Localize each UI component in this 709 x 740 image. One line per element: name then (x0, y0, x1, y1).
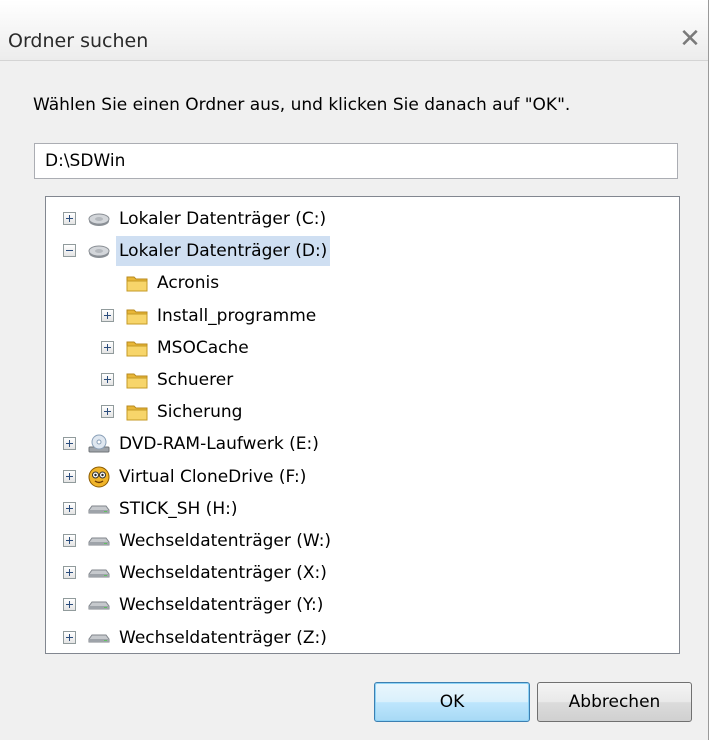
removable-drive-icon (88, 530, 110, 552)
folder-tree[interactable]: Lokaler Datenträger (C:) Lokaler Datenträ… (45, 196, 680, 654)
tree-item-label: DVD-RAM-Laufwerk (E:) (119, 434, 319, 455)
hard-drive-icon (88, 208, 110, 230)
expand-icon[interactable] (101, 308, 114, 322)
expand-icon[interactable] (101, 340, 114, 354)
expand-icon[interactable] (101, 405, 114, 419)
tree-item-label: Wechseldatenträger (X:) (119, 563, 327, 584)
tree-item[interactable]: DVD-RAM-Laufwerk (E:) (46, 429, 676, 459)
expand-icon[interactable] (63, 598, 76, 612)
tree-item-label: MSOCache (157, 337, 249, 358)
expand-icon[interactable] (63, 534, 76, 547)
removable-drive-icon (88, 562, 110, 584)
folder-browse-dialog: Ordner suchen ✕ Wählen Sie einen Ordner … (0, 0, 709, 740)
removable-drive-icon (88, 627, 110, 649)
expand-icon[interactable] (63, 566, 76, 580)
tree-item[interactable]: Acronis (46, 268, 676, 298)
ok-button[interactable]: OK (374, 682, 530, 722)
removable-drive-icon (88, 594, 110, 616)
expand-icon[interactable] (101, 373, 114, 386)
tree-item-label: Sicherung (157, 402, 243, 423)
removable-drive-icon (88, 498, 110, 520)
cancel-button[interactable]: Abbrechen (537, 682, 692, 722)
tree-item[interactable]: Wechseldatenträger (W:) (46, 526, 676, 556)
window-title: Ordner suchen (8, 30, 149, 52)
tree-item-label: Wechseldatenträger (W:) (119, 531, 332, 551)
tree-item[interactable]: Lokaler Datenträger (C:) (46, 204, 676, 234)
instruction-text: Wählen Sie einen Ordner aus, und klicken… (33, 95, 571, 115)
virtual-drive-icon (88, 466, 110, 488)
expand-icon[interactable] (63, 437, 76, 451)
dvd-drive-icon (88, 433, 110, 455)
close-icon[interactable]: ✕ (676, 24, 704, 54)
tree-item-label: Wechseldatenträger (Y:) (119, 595, 324, 616)
tree-item[interactable]: Virtual CloneDrive (F:) (46, 462, 676, 492)
tree-item[interactable]: Wechseldatenträger (X:) (46, 558, 676, 588)
tree-item-label: Lokaler Datenträger (C:) (119, 209, 327, 229)
folder-icon (126, 272, 148, 294)
hard-drive-icon (88, 240, 110, 262)
tree-item[interactable]: Wechseldatenträger (Z:) (46, 623, 676, 653)
tree-item-label: Wechseldatenträger (Z:) (119, 627, 327, 648)
tree-item[interactable]: Sicherung (46, 397, 676, 427)
tree-item[interactable]: STICK_SH (H:) (46, 494, 676, 524)
folder-icon (126, 369, 148, 391)
tree-item-label: Lokaler Datenträger (D:) (116, 236, 331, 267)
tree-item-label: Acronis (157, 273, 220, 294)
expand-icon[interactable] (63, 212, 76, 225)
folder-path-input[interactable] (34, 143, 678, 179)
tree-item[interactable]: MSOCache (46, 333, 676, 363)
folder-icon (126, 337, 148, 359)
collapse-icon[interactable] (63, 244, 76, 258)
tree-item-label: Schuerer (157, 370, 234, 390)
tree-item[interactable]: Wechseldatenträger (Y:) (46, 590, 676, 620)
expand-icon[interactable] (63, 630, 76, 644)
expand-icon[interactable] (63, 501, 76, 515)
folder-icon (126, 401, 148, 423)
tree-item[interactable]: Lokaler Datenträger (D:) (46, 236, 676, 267)
title-bar[interactable]: Ordner suchen ✕ (0, 0, 708, 61)
tree-item-label: Virtual CloneDrive (F:) (119, 466, 307, 487)
tree-item[interactable]: Install_programme (46, 301, 676, 331)
tree-item-label: STICK_SH (H:) (119, 498, 238, 519)
expand-icon[interactable] (63, 469, 76, 483)
tree-item[interactable]: Schuerer (46, 365, 676, 395)
folder-icon (126, 305, 148, 327)
tree-item-label: Install_programme (157, 305, 317, 326)
